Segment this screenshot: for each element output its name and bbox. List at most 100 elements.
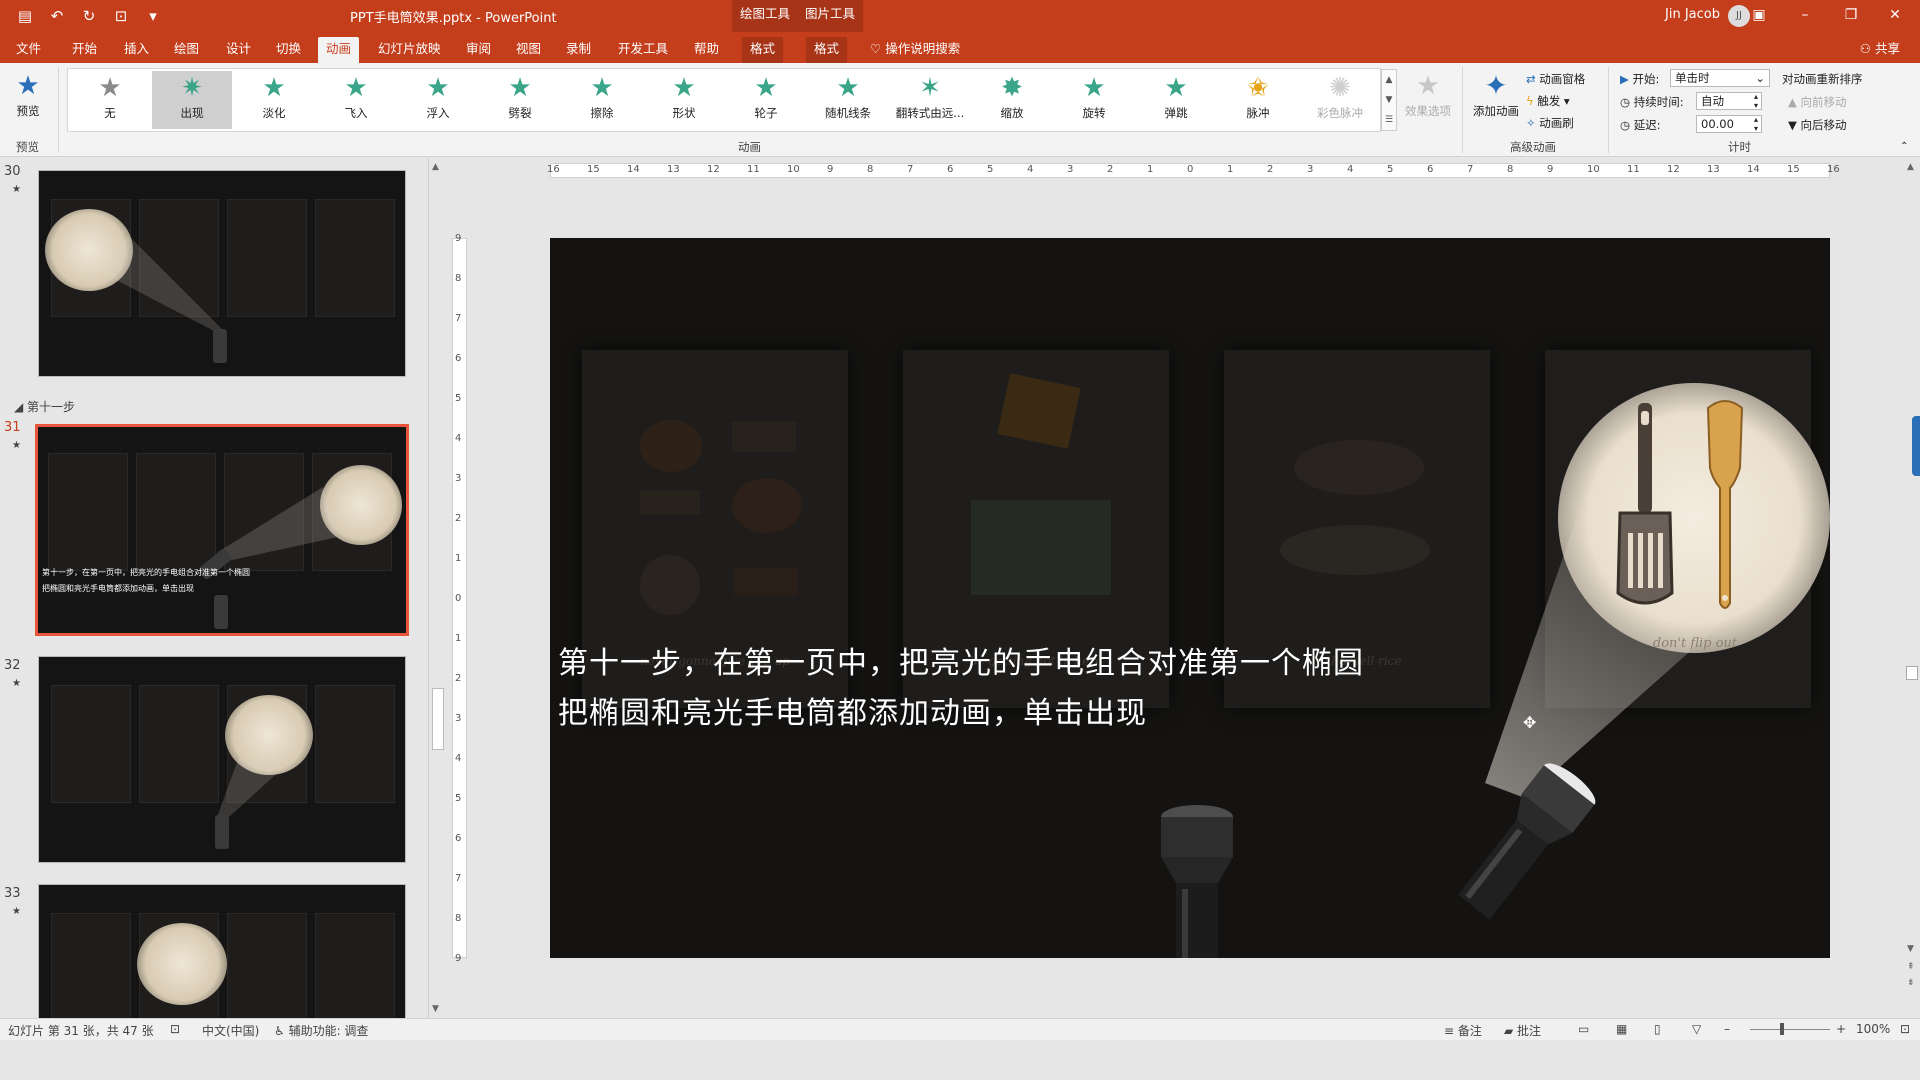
animation-painter-button[interactable]: ✧ 动画刷 <box>1526 115 1574 131</box>
present-from-start-icon[interactable]: ⊡ <box>110 6 132 26</box>
move-later-button[interactable]: ▼ 向后移动 <box>1788 117 1847 133</box>
slide-caption-line-2[interactable]: 把椭圆和亮光手电筒都添加动画，单击出现 <box>558 688 1147 732</box>
chevron-up-icon[interactable]: ▲ <box>1382 70 1396 90</box>
animation-pane-button[interactable]: ⇄ 动画窗格 <box>1526 71 1585 87</box>
slideshow-view-icon[interactable]: ▽ <box>1692 1022 1701 1036</box>
zoom-in-icon[interactable]: + <box>1836 1022 1846 1036</box>
comments-button[interactable]: ▰ 批注 <box>1504 1022 1541 1039</box>
editor-scrollbar[interactable]: ▲ ▼ ⇞ ⇟ <box>1904 158 1920 1018</box>
zoom-out-icon[interactable]: – <box>1724 1022 1730 1036</box>
slide-thumbnail-31[interactable]: 第十一步，在第一页中，把亮光的手电组合对准第一个椭圆 把椭圆和亮光手电筒都添加动… <box>35 424 409 636</box>
tab-design[interactable]: 设计 <box>218 37 259 63</box>
fit-to-window-icon[interactable]: ⊡ <box>1900 1022 1910 1036</box>
scroll-down-icon[interactable]: ▼ <box>432 1004 439 1014</box>
spinner-icon[interactable]: ▴ ▾ <box>1754 92 1758 110</box>
more-icon[interactable]: ☰ <box>1382 110 1396 130</box>
anim-split[interactable]: ★ 劈裂 <box>480 71 560 129</box>
notes-button[interactable]: ≡ 备注 <box>1444 1022 1482 1039</box>
undo-icon[interactable]: ↶ <box>46 6 68 26</box>
gallery-scroll[interactable]: ▲ ▼ ☰ <box>1381 69 1397 131</box>
anim-wipe[interactable]: ★ 擦除 <box>562 71 642 129</box>
tab-view[interactable]: 视图 <box>508 37 549 63</box>
anim-swivel[interactable]: ★ 旋转 <box>1054 71 1134 129</box>
tab-help[interactable]: 帮助 <box>686 37 727 63</box>
slide-caption-line-1[interactable]: 第十一步，在第一页中，把亮光的手电组合对准第一个椭圆 <box>558 638 1364 682</box>
next-slide-icon[interactable]: ⇟ <box>1907 978 1915 988</box>
duration-input[interactable]: 自动 ▴ ▾ <box>1696 92 1762 110</box>
scroll-down-icon[interactable]: ▼ <box>1907 944 1914 954</box>
tell-me-search[interactable]: ♡ 操作说明搜索 <box>870 38 960 57</box>
collapse-ribbon-icon[interactable]: ⌃ <box>1900 141 1908 152</box>
previous-slide-icon[interactable]: ⇞ <box>1907 962 1915 972</box>
anim-fly-in[interactable]: ★ 飞入 <box>316 71 396 129</box>
anim-appear[interactable]: ✷ 出现 <box>152 71 232 129</box>
start-select[interactable]: 单击时 ⌄ <box>1670 69 1770 87</box>
customize-qat-icon[interactable]: ▾ <box>142 6 164 26</box>
chevron-down-icon[interactable]: ▼ <box>1382 90 1396 110</box>
anim-fade[interactable]: ★ 淡化 <box>234 71 314 129</box>
zoom-level[interactable]: 100% <box>1856 1022 1890 1036</box>
preview-button[interactable]: ★ 预览 <box>8 69 48 131</box>
user-name[interactable]: Jin Jacob <box>1665 7 1720 22</box>
anim-zoom[interactable]: ✸ 缩放 <box>972 71 1052 129</box>
tab-file[interactable]: 文件 <box>8 37 49 63</box>
tab-review[interactable]: 审阅 <box>458 37 499 63</box>
slide-sorter-icon[interactable]: ▦ <box>1616 1022 1627 1036</box>
anim-color-pulse[interactable]: ✺ 彩色脉冲 <box>1300 71 1380 129</box>
tab-developer[interactable]: 开发工具 <box>610 37 676 63</box>
anim-shape[interactable]: ★ 形状 <box>644 71 724 129</box>
anim-wheel[interactable]: ★ 轮子 <box>726 71 806 129</box>
anim-pulse[interactable]: ✬ 脉冲 <box>1218 71 1298 129</box>
slide-thumbnail-30[interactable] <box>38 170 406 377</box>
ruler-tick: 8 <box>867 164 874 175</box>
tab-record[interactable]: 录制 <box>558 37 599 63</box>
zoom-slider-thumb[interactable] <box>1780 1023 1784 1035</box>
scroll-up-icon[interactable]: ▲ <box>432 162 439 172</box>
tab-slideshow[interactable]: 幻灯片放映 <box>370 37 449 63</box>
save-icon[interactable]: ▤ <box>14 6 36 26</box>
zoom-slider[interactable] <box>1750 1029 1830 1030</box>
move-earlier-button[interactable]: ▲ 向前移动 <box>1788 94 1847 110</box>
anim-none[interactable]: ★ 无 <box>70 71 150 129</box>
anim-bounce[interactable]: ★ 弹跳 <box>1136 71 1216 129</box>
spotlight-ellipse[interactable] <box>1558 383 1830 653</box>
tab-animations[interactable]: 动画 <box>318 37 360 63</box>
flashlight-unlit[interactable] <box>1158 803 1236 958</box>
tab-insert[interactable]: 插入 <box>116 37 157 63</box>
anim-random-bars[interactable]: ★ 随机线条 <box>808 71 888 129</box>
accessibility-checker[interactable]: ♿ 辅助功能: 调查 <box>274 1022 368 1039</box>
redo-icon[interactable]: ↻ <box>78 6 100 26</box>
anim-grow-turn[interactable]: ✶ 翻转式由远... <box>890 71 970 129</box>
normal-view-icon[interactable]: ▭ <box>1578 1022 1589 1036</box>
delay-input[interactable]: 00.00 ▴ ▾ <box>1696 115 1762 133</box>
share-button[interactable]: ⚇ 共享 <box>1860 38 1900 57</box>
scroll-up-icon[interactable]: ▲ <box>1907 162 1914 172</box>
minimize-icon[interactable]: – <box>1790 4 1820 26</box>
trigger-button[interactable]: ϟ 触发 ▾ <box>1526 93 1570 109</box>
close-icon[interactable]: ✕ <box>1880 4 1910 26</box>
ribbon-tabs: 文件 开始 插入 绘图 设计 切换 动画 幻灯片放映 审阅 视图 录制 开发工具… <box>0 32 1920 63</box>
restore-icon[interactable]: ❐ <box>1836 4 1866 26</box>
slide-thumbnail-33[interactable] <box>38 884 406 1018</box>
add-animation-button[interactable]: ✦ 添加动画 <box>1468 69 1524 119</box>
tab-drawing-format[interactable]: 格式 <box>742 37 784 63</box>
scroll-thumb[interactable] <box>432 688 444 750</box>
tab-home[interactable]: 开始 <box>64 37 105 63</box>
tab-draw[interactable]: 绘图 <box>166 37 207 63</box>
ruler-tick: 8 <box>1507 164 1514 175</box>
thumbnail-scrollbar[interactable]: ▲ ▼ <box>428 158 446 1018</box>
spinner-icon[interactable]: ▴ ▾ <box>1754 115 1758 133</box>
slide-canvas[interactable]: never gonna give you up be getting hot i… <box>550 238 1830 958</box>
language-indicator[interactable]: 中文(中国) <box>202 1022 259 1039</box>
tab-transitions[interactable]: 切换 <box>268 37 309 63</box>
section-header[interactable]: ◢ 第十一步 <box>14 398 75 415</box>
anim-float-in[interactable]: ★ 浮入 <box>398 71 478 129</box>
spellcheck-icon[interactable]: ⊡ <box>170 1022 180 1036</box>
effect-options-button[interactable]: ★ 效果选项 <box>1398 69 1458 119</box>
slide-thumbnail-32[interactable] <box>38 656 406 863</box>
scroll-thumb[interactable] <box>1906 666 1918 680</box>
ribbon-display-options-icon[interactable]: ▣ <box>1744 4 1774 26</box>
reading-view-icon[interactable]: ▯ <box>1654 1022 1661 1036</box>
flashlight-lit[interactable] <box>1410 758 1610 938</box>
tab-picture-format[interactable]: 格式 <box>806 37 848 63</box>
